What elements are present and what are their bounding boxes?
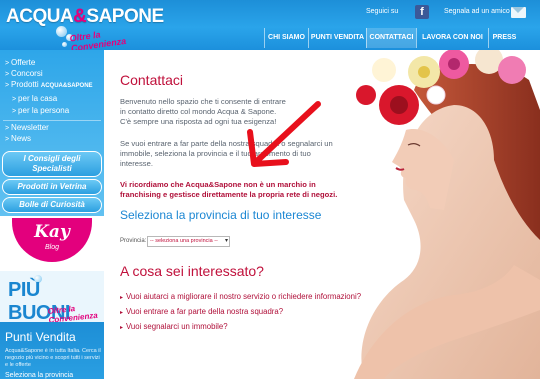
punti-vendita-select-link[interactable]: Seleziona la provincia	[5, 372, 73, 379]
sidebar-item-label: Concorsi	[11, 69, 43, 78]
option-immobile[interactable]: ▸ Vuoi segnalarci un immobile?	[120, 322, 228, 331]
page-title: Contattaci	[120, 72, 184, 88]
kay-blog-label: Blog	[44, 244, 59, 251]
nav-punti-vendita[interactable]: PUNTI VENDITA	[308, 28, 366, 48]
option-informazioni[interactable]: ▸ Vuoi aiutarci a migliorare il nostro se…	[120, 292, 361, 301]
punti-vendita-description: Acqua&Sapone è in tutta Italia. Cerca il…	[5, 348, 101, 368]
main-content: Contattaci Benvenuto nello spazio che ti…	[104, 50, 540, 379]
sidebar-divider	[3, 120, 101, 121]
arrow-right-icon: ▸	[120, 325, 124, 331]
province-heading: Seleziona la provincia di tuo interesse	[120, 208, 322, 222]
sidebar-item-label: Offerte	[11, 58, 36, 67]
sidebar-item-newsletter[interactable]: > Newsletter	[5, 123, 49, 132]
sidebar-item-prodotti[interactable]: > Prodotti ACQUA&SAPONE	[5, 80, 93, 89]
interest-heading: A cosa sei interessato?	[120, 263, 264, 279]
nav-lavora-con-noi[interactable]: LAVORA CON NOI	[416, 28, 488, 48]
option-squadra[interactable]: ▸ Vuoi entrare a far parte della nostra s…	[120, 307, 283, 316]
province-select[interactable]: -- seleziona una provincia -- ▾	[147, 236, 230, 247]
sidebar-item-label: per la casa	[18, 94, 58, 103]
promo-prodotti-vetrina[interactable]: Prodotti in Vetrina	[2, 179, 102, 195]
sidebar-subitem-casa[interactable]: > per la casa	[12, 94, 57, 103]
facebook-icon[interactable]: f	[415, 5, 429, 19]
sidebar-item-concorsi[interactable]: > Concorsi	[5, 69, 43, 78]
products-brand: ACQUA&SAPONE	[40, 83, 93, 89]
sidebar: > Offerte > Concorsi > Prodotti ACQUA&SA…	[0, 50, 104, 379]
nav-press[interactable]: PRESS	[488, 28, 520, 48]
franchising-notice: franchising e gestisce direttamente la p…	[120, 190, 338, 199]
sidebar-subitem-persona[interactable]: > per la persona	[12, 106, 69, 115]
promo-bolle-curiosita[interactable]: Bolle di Curiosità	[2, 197, 102, 213]
chevron-down-icon: ▾	[224, 238, 228, 244]
province-label: Provincia:	[120, 238, 147, 244]
share-link[interactable]: Segnala ad un amico	[444, 8, 510, 15]
top-links: Seguici su Segnala ad un amico	[0, 6, 540, 22]
site-header: ACQUA&SAPONE Oltre la Convenienza Seguic…	[0, 0, 540, 53]
sidebar-item-offerte[interactable]: > Offerte	[5, 58, 35, 67]
sidebar-item-label: per la persona	[18, 106, 70, 115]
franchising-notice: Vi ricordiamo che Acqua&Sapone non è un …	[120, 180, 316, 189]
promo-consigli-specialisti[interactable]: I Consigli degli Specialisti	[2, 151, 102, 177]
kay-logo: Kay	[34, 222, 70, 242]
mail-icon[interactable]	[511, 7, 526, 18]
nav-chi-siamo[interactable]: CHI SIAMO	[264, 28, 308, 48]
sidebar-item-label: News	[11, 134, 32, 143]
sidebar-item-news[interactable]: > News	[5, 134, 31, 143]
sidebar-item-label: Newsletter	[11, 123, 49, 132]
piu-buoni-banner[interactable]: PIÙ BUONI Oltre la Convenienza	[0, 270, 104, 325]
option-label: Vuoi aiutarci a migliorare il nostro ser…	[126, 292, 362, 301]
option-label: Vuoi segnalarci un immobile?	[126, 322, 228, 331]
punti-vendita-title: Punti Vendita	[5, 330, 76, 344]
sidebar-item-label: Prodotti	[11, 80, 39, 89]
paragraph-line: interesse.	[120, 159, 153, 168]
option-label: Vuoi entrare a far parte della nostra sq…	[126, 307, 284, 316]
annotation-arrow-icon	[247, 101, 321, 167]
logo-bubble	[62, 42, 67, 47]
arrow-right-icon: ▸	[120, 295, 124, 301]
punti-vendita-box: Punti Vendita Acqua&Sapone è in tutta It…	[0, 322, 104, 379]
follow-us-link[interactable]: Seguici su	[366, 8, 398, 15]
main-nav: CHI SIAMO PUNTI VENDITA CONTATTACI LAVOR…	[264, 28, 540, 48]
province-select-value: -- seleziona una provincia --	[150, 238, 218, 244]
arrow-right-icon: ▸	[120, 310, 124, 316]
model-photo	[344, 50, 540, 379]
nav-contattaci[interactable]: CONTATTACI	[366, 28, 416, 48]
